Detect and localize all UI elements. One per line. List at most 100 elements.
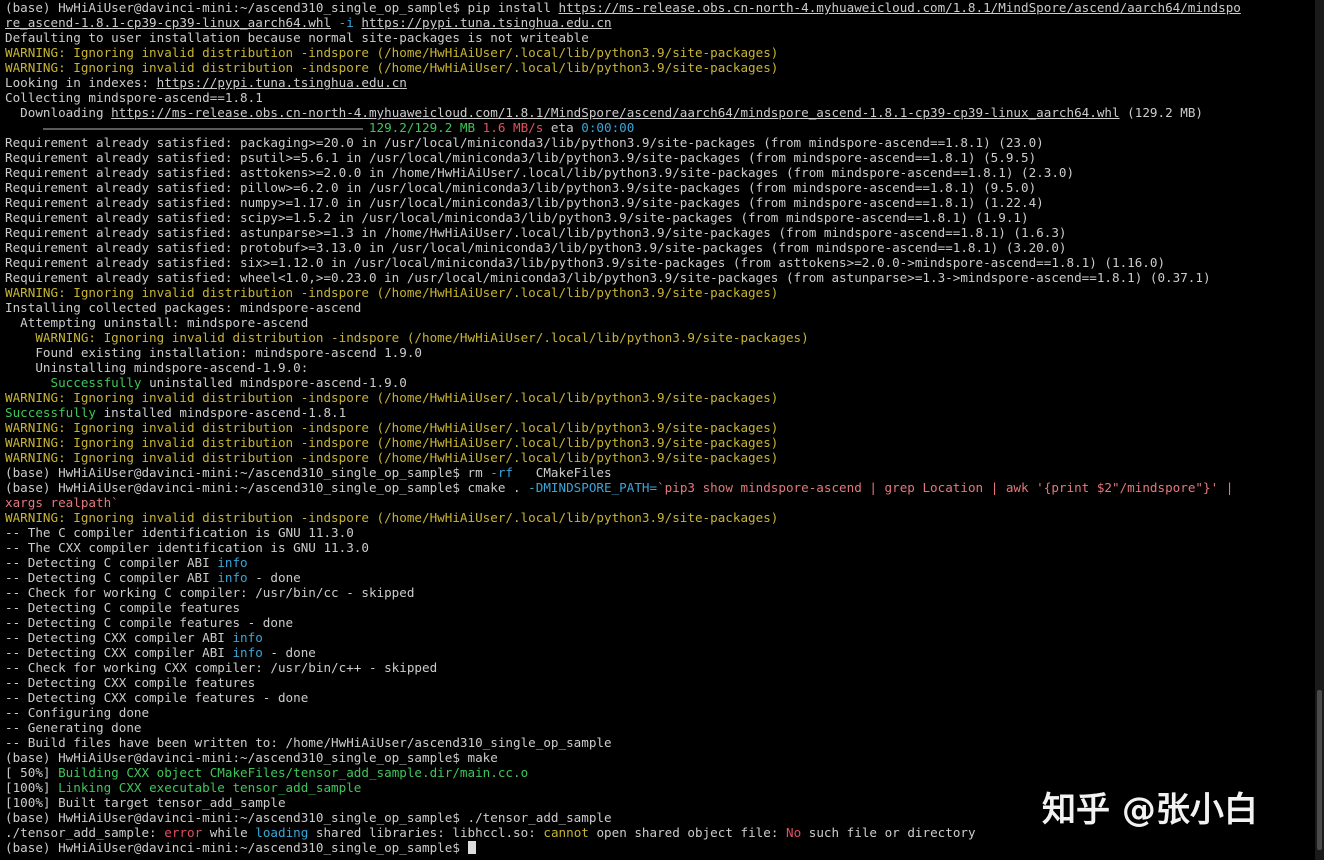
terminal-text: uninstalled mindspore-ascend-1.9.0 [141, 375, 407, 390]
terminal-text: -i [338, 15, 354, 30]
terminal-line: -- Detecting CXX compiler ABI info [5, 630, 1315, 645]
terminal-text: Attempting uninstall: mindspore-ascend [5, 315, 309, 330]
terminal-line: Requirement already satisfied: packaging… [5, 135, 1315, 150]
terminal-line: xargs realpath` [5, 495, 1315, 510]
terminal-text: - done [262, 645, 316, 660]
terminal-text: WARNING: Ignoring invalid distribution -… [5, 45, 779, 60]
terminal-text: [ 50%] [5, 765, 59, 780]
terminal-text: (base) HwHiAiUser@davinci-mini:~/ascend3… [5, 750, 498, 765]
terminal-text: cannot [543, 825, 589, 840]
terminal-link[interactable]: https://pypi.tuna.tsinghua.edu.cn [361, 15, 611, 30]
terminal-text: installed mindspore-ascend-1.8.1 [96, 405, 347, 420]
terminal-line: -- Build files have been written to: /ho… [5, 735, 1315, 750]
terminal-text: `pip3 show mindspore-ascend | grep Locat… [657, 480, 1234, 495]
terminal-line: -- Detecting C compile features [5, 600, 1315, 615]
terminal-line: WARNING: Ignoring invalid distribution -… [5, 330, 1315, 345]
terminal-text: -- Detecting CXX compiler ABI [5, 630, 233, 645]
terminal-text: Uninstalling mindspore-ascend-1.9.0: [5, 360, 309, 375]
terminal-text: Collecting mindspore-ascend==1.8.1 [5, 90, 263, 105]
terminal-text: -- Detecting C compiler ABI [5, 570, 218, 585]
terminal-text: -- Build files have been written to: /ho… [5, 735, 612, 750]
terminal-line: Requirement already satisfied: numpy>=1.… [5, 195, 1315, 210]
terminal-line: Requirement already satisfied: wheel<1.0… [5, 270, 1315, 285]
terminal-link[interactable]: https://ms-release.obs.cn-north-4.myhuaw… [559, 0, 1241, 15]
download-progress-bar [42, 127, 363, 130]
terminal-text: WARNING: Ignoring invalid distribution -… [5, 435, 779, 450]
terminal-line: WARNING: Ignoring invalid distribution -… [5, 60, 1315, 75]
terminal-text: shared libraries: libhccl.so: [308, 825, 544, 840]
terminal-window[interactable]: (base) HwHiAiUser@davinci-mini:~/ascend3… [0, 0, 1315, 860]
terminal-text: WARNING: Ignoring invalid distribution -… [5, 60, 779, 75]
terminal-line: Successfully installed mindspore-ascend-… [5, 405, 1315, 420]
terminal-text: - done [247, 570, 301, 585]
terminal-text: -- Check for working CXX compiler: /usr/… [5, 660, 438, 675]
terminal-line: (base) HwHiAiUser@davinci-mini:~/ascend3… [5, 840, 1315, 855]
terminal-line: (base) HwHiAiUser@davinci-mini:~/ascend3… [5, 480, 1315, 495]
terminal-line: Requirement already satisfied: scipy>=1.… [5, 210, 1315, 225]
terminal-text: info [232, 645, 263, 660]
terminal-text: (base) HwHiAiUser@davinci-mini:~/ascend3… [5, 0, 559, 15]
terminal-text: -- The CXX compiler identification is GN… [5, 540, 369, 555]
terminal-text: such file or directory [801, 825, 976, 840]
terminal-text: eta [543, 120, 582, 135]
terminal-text: Successfully [50, 375, 142, 390]
terminal-text: -- Generating done [5, 720, 142, 735]
terminal-text: -- Configuring done [5, 705, 150, 720]
terminal-line: WARNING: Ignoring invalid distribution -… [5, 420, 1315, 435]
terminal-text: [100%] [5, 780, 59, 795]
terminal-line: Requirement already satisfied: protobuf>… [5, 240, 1315, 255]
terminal-line: Uninstalling mindspore-ascend-1.9.0: [5, 360, 1315, 375]
terminal-line: re_ascend-1.8.1-cp39-cp39-linux_aarch64.… [5, 15, 1315, 30]
terminal-line: -- Detecting C compiler ABI info [5, 555, 1315, 570]
terminal-text: (129.2 MB) [1119, 105, 1203, 120]
terminal-text: Found existing installation: mindspore-a… [5, 345, 423, 360]
terminal-text: -- Detecting C compiler ABI [5, 555, 218, 570]
vertical-scrollbar[interactable] [1315, 0, 1324, 860]
terminal-text: -- Detecting C compile features - done [5, 615, 294, 630]
terminal-link[interactable]: https://ms-release.obs.cn-north-4.myhuaw… [111, 105, 1119, 120]
terminal-text: WARNING: Ignoring invalid distribution -… [5, 390, 779, 405]
terminal-line: Attempting uninstall: mindspore-ascend [5, 315, 1315, 330]
scrollbar-thumb[interactable] [1317, 690, 1322, 850]
terminal-text: -- Detecting C compile features [5, 600, 241, 615]
terminal-line: -- Check for working CXX compiler: /usr/… [5, 660, 1315, 675]
terminal-text: (base) HwHiAiUser@davinci-mini:~/ascend3… [5, 480, 529, 495]
terminal-text: 0:00:00 [581, 120, 635, 135]
terminal-text: Requirement already satisfied: numpy>=1.… [5, 195, 1044, 210]
terminal-text: WARNING: Ignoring invalid distribution -… [5, 285, 779, 300]
terminal-text: -- Detecting CXX compiler ABI [5, 645, 233, 660]
terminal-line: Found existing installation: mindspore-a… [5, 345, 1315, 360]
terminal-line: -- Detecting CXX compile features [5, 675, 1315, 690]
terminal-text: -- Check for working C compiler: /usr/bi… [5, 585, 415, 600]
terminal-text: xargs realpath` [5, 495, 119, 510]
terminal-line: -- The CXX compiler identification is GN… [5, 540, 1315, 555]
terminal-line: [ 50%] Building CXX object CMakeFiles/te… [5, 765, 1315, 780]
terminal-link[interactable]: re_ascend-1.8.1-cp39-cp39-linux_aarch64.… [5, 15, 331, 30]
terminal-text: WARNING: Ignoring invalid distribution -… [5, 420, 779, 435]
terminal-line: Requirement already satisfied: pillow>=6… [5, 180, 1315, 195]
terminal-text: loading [255, 825, 309, 840]
terminal-text: 129.2/129.2 MB [368, 120, 476, 135]
terminal-text: ./tensor_add_sample: [5, 825, 165, 840]
terminal-link[interactable]: https://pypi.tuna.tsinghua.edu.cn [157, 75, 407, 90]
terminal-line: (base) HwHiAiUser@davinci-mini:~/ascend3… [5, 0, 1315, 15]
terminal-line: Looking in indexes: https://pypi.tuna.ts… [5, 75, 1315, 90]
terminal-line: Installing collected packages: mindspore… [5, 300, 1315, 315]
terminal-line: 129.2/129.2 MB 1.6 MB/s eta 0:00:00 [5, 120, 1315, 135]
terminal-text: Requirement already satisfied: asttokens… [5, 165, 1075, 180]
terminal-text: -rf [490, 465, 514, 480]
terminal-text: info [217, 570, 248, 585]
terminal-text: while [202, 825, 256, 840]
terminal-line: -- Detecting C compile features - done [5, 615, 1315, 630]
terminal-text: 1.6 MB/s [482, 120, 544, 135]
terminal-line: (base) HwHiAiUser@davinci-mini:~/ascend3… [5, 750, 1315, 765]
terminal-text: -- The C compiler identification is GNU … [5, 525, 354, 540]
terminal-text: Linking CXX executable tensor_add_sample [58, 780, 362, 795]
terminal-line: WARNING: Ignoring invalid distribution -… [5, 510, 1315, 525]
terminal-text: Looking in indexes: [5, 75, 157, 90]
terminal-text: error [164, 825, 203, 840]
terminal-line: -- Configuring done [5, 705, 1315, 720]
terminal-text: Requirement already satisfied: psutil>=5… [5, 150, 1037, 165]
terminal-line: -- Detecting CXX compiler ABI info - don… [5, 645, 1315, 660]
